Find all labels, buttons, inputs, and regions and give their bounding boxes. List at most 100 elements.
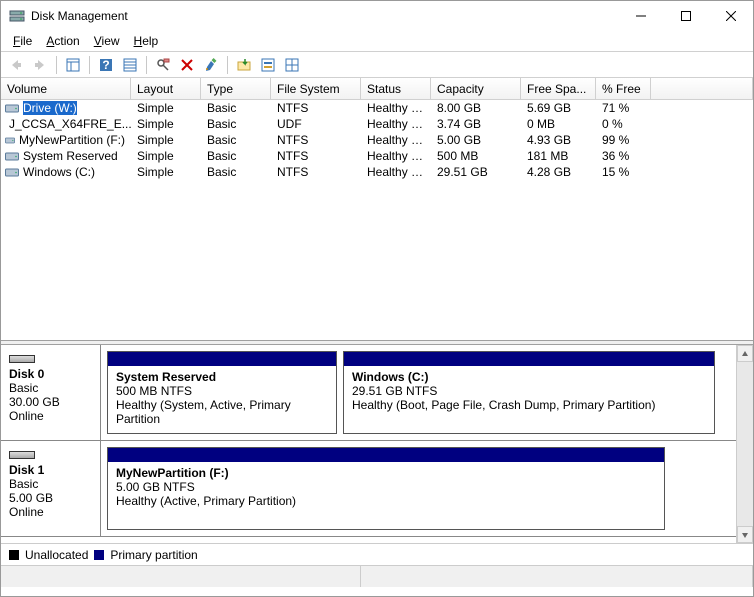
volume-row[interactable]: MyNewPartition (F:)SimpleBasicNTFSHealth… bbox=[1, 132, 753, 148]
volume-filesystem: NTFS bbox=[271, 133, 361, 147]
title-bar: Disk Management bbox=[1, 1, 753, 31]
disk-label-cell[interactable]: Disk 0Basic30.00 GBOnline bbox=[1, 345, 101, 440]
volume-free: 181 MB bbox=[521, 149, 596, 163]
scroll-up-icon[interactable] bbox=[737, 345, 753, 362]
back-button[interactable] bbox=[5, 54, 27, 76]
column-free[interactable]: Free Spa... bbox=[521, 78, 596, 99]
column-status[interactable]: Status bbox=[361, 78, 431, 99]
volume-layout: Simple bbox=[131, 101, 201, 115]
action-button-3[interactable] bbox=[281, 54, 303, 76]
partition-body: System Reserved500 MB NTFSHealthy (Syste… bbox=[108, 366, 336, 433]
volume-pctfree: 36 % bbox=[596, 149, 651, 163]
volume-free: 4.93 GB bbox=[521, 133, 596, 147]
column-volume[interactable]: Volume bbox=[1, 78, 131, 99]
maximize-button[interactable] bbox=[663, 1, 708, 31]
swatch-primary bbox=[94, 550, 104, 560]
show-hide-tree-button[interactable] bbox=[62, 54, 84, 76]
volume-capacity: 5.00 GB bbox=[431, 133, 521, 147]
volume-type: Basic bbox=[201, 117, 271, 131]
volume-pctfree: 15 % bbox=[596, 165, 651, 179]
scroll-track[interactable] bbox=[737, 362, 753, 526]
settings-button[interactable] bbox=[152, 54, 174, 76]
volume-free: 5.69 GB bbox=[521, 101, 596, 115]
status-cell bbox=[361, 566, 753, 587]
column-type[interactable]: Type bbox=[201, 78, 271, 99]
window-title: Disk Management bbox=[31, 9, 618, 23]
column-capacity[interactable]: Capacity bbox=[431, 78, 521, 99]
disk-partitions: MyNewPartition (F:)5.00 GB NTFSHealthy (… bbox=[101, 441, 736, 536]
partition[interactable]: Windows (C:)29.51 GB NTFSHealthy (Boot, … bbox=[343, 351, 715, 434]
disk-basic: Basic bbox=[9, 477, 92, 491]
volume-list: Volume Layout Type File System Status Ca… bbox=[1, 78, 753, 340]
vertical-scrollbar[interactable] bbox=[736, 345, 753, 543]
disk-icon bbox=[9, 355, 35, 363]
disk-size: 30.00 GB bbox=[9, 395, 92, 409]
partition-size: 29.51 GB NTFS bbox=[352, 384, 706, 398]
volume-name-cell: Drive (W:) bbox=[1, 101, 131, 115]
properties-button[interactable] bbox=[200, 54, 222, 76]
volume-name: J_CCSA_X64FRE_E... bbox=[9, 117, 131, 131]
menu-view[interactable]: View bbox=[88, 33, 126, 49]
menu-action[interactable]: Action bbox=[40, 33, 85, 49]
disk-row: Disk 1Basic5.00 GBOnlineMyNewPartition (… bbox=[1, 441, 736, 537]
volume-filesystem: NTFS bbox=[271, 165, 361, 179]
volume-pctfree: 99 % bbox=[596, 133, 651, 147]
volume-rows: Drive (W:)SimpleBasicNTFSHealthy (A...8.… bbox=[1, 100, 753, 340]
disk-icon bbox=[9, 451, 35, 459]
menu-file[interactable]: File bbox=[7, 33, 38, 49]
separator bbox=[227, 56, 228, 74]
partition[interactable]: System Reserved500 MB NTFSHealthy (Syste… bbox=[107, 351, 337, 434]
toolbar: ? bbox=[1, 52, 753, 78]
legend: Unallocated Primary partition bbox=[1, 543, 753, 565]
partition-stripe bbox=[108, 448, 664, 462]
window-controls bbox=[618, 1, 753, 31]
separator bbox=[146, 56, 147, 74]
delete-button[interactable] bbox=[176, 54, 198, 76]
partition[interactable]: MyNewPartition (F:)5.00 GB NTFSHealthy (… bbox=[107, 447, 665, 530]
disk-name: Disk 1 bbox=[9, 461, 92, 477]
minimize-button[interactable] bbox=[618, 1, 663, 31]
volume-row[interactable]: Drive (W:)SimpleBasicNTFSHealthy (A...8.… bbox=[1, 100, 753, 116]
volume-name-cell: J_CCSA_X64FRE_E... bbox=[1, 117, 131, 131]
volume-row[interactable]: Windows (C:)SimpleBasicNTFSHealthy (B...… bbox=[1, 164, 753, 180]
volume-type: Basic bbox=[201, 149, 271, 163]
help-button[interactable]: ? bbox=[95, 54, 117, 76]
disk-label-cell[interactable]: Disk 1Basic5.00 GBOnline bbox=[1, 441, 101, 536]
volume-filesystem: NTFS bbox=[271, 101, 361, 115]
scroll-down-icon[interactable] bbox=[737, 526, 753, 543]
refresh-button[interactable] bbox=[119, 54, 141, 76]
swatch-unallocated bbox=[9, 550, 19, 560]
volume-capacity: 8.00 GB bbox=[431, 101, 521, 115]
action-button-1[interactable] bbox=[233, 54, 255, 76]
column-filesystem[interactable]: File System bbox=[271, 78, 361, 99]
menu-help[interactable]: Help bbox=[128, 33, 165, 49]
partition-status: Healthy (Active, Primary Partition) bbox=[116, 494, 656, 508]
volume-layout: Simple bbox=[131, 165, 201, 179]
column-layout[interactable]: Layout bbox=[131, 78, 201, 99]
partition-body: Windows (C:)29.51 GB NTFSHealthy (Boot, … bbox=[344, 366, 714, 433]
volume-pctfree: 71 % bbox=[596, 101, 651, 115]
forward-button[interactable] bbox=[29, 54, 51, 76]
app-icon bbox=[9, 8, 25, 24]
column-spacer bbox=[651, 78, 753, 99]
volume-name: MyNewPartition (F:) bbox=[19, 133, 125, 147]
volume-type: Basic bbox=[201, 101, 271, 115]
volume-row[interactable]: J_CCSA_X64FRE_E...SimpleBasicUDFHealthy … bbox=[1, 116, 753, 132]
separator bbox=[56, 56, 57, 74]
volume-free: 0 MB bbox=[521, 117, 596, 131]
close-button[interactable] bbox=[708, 1, 753, 31]
disk-partitions: System Reserved500 MB NTFSHealthy (Syste… bbox=[101, 345, 736, 440]
partition-size: 500 MB NTFS bbox=[116, 384, 328, 398]
action-button-2[interactable] bbox=[257, 54, 279, 76]
column-pctfree[interactable]: % Free bbox=[596, 78, 651, 99]
disk-name: Disk 0 bbox=[9, 365, 92, 381]
volume-type: Basic bbox=[201, 165, 271, 179]
disk-state: Online bbox=[9, 409, 92, 423]
disk-state: Online bbox=[9, 505, 92, 519]
volume-row[interactable]: System ReservedSimpleBasicNTFSHealthy (S… bbox=[1, 148, 753, 164]
volume-status: Healthy (S... bbox=[361, 149, 431, 163]
partition-stripe bbox=[344, 352, 714, 366]
volume-name: System Reserved bbox=[23, 149, 118, 163]
partition-status: Healthy (System, Active, Primary Partiti… bbox=[116, 398, 328, 426]
volume-status: Healthy (A... bbox=[361, 101, 431, 115]
